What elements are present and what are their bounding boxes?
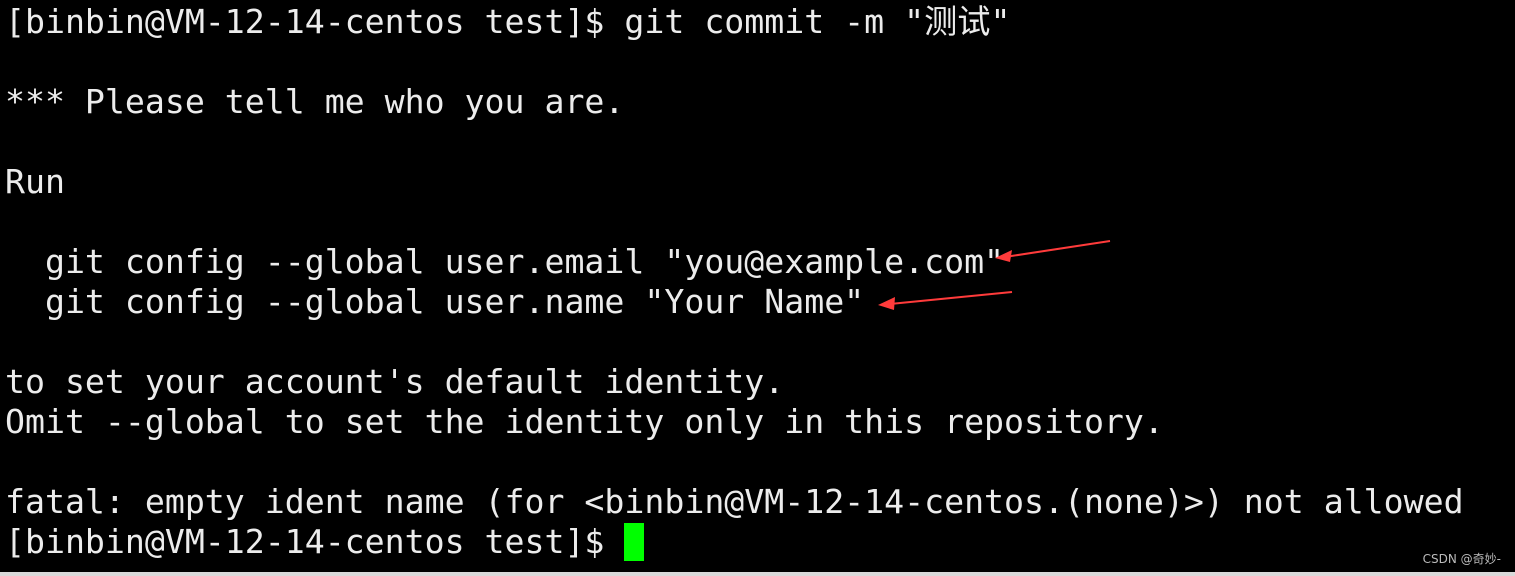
text-cursor (624, 523, 645, 561)
terminal-line: git config --global user.name "Your Name… (5, 282, 865, 321)
terminal-line: fatal: empty ident name (for <binbin@VM-… (5, 482, 1464, 521)
terminal-output[interactable]: [binbin@VM-12-14-centos test]$ git commi… (5, 2, 1515, 570)
bottom-border (0, 572, 1515, 576)
terminal-line: [binbin@VM-12-14-centos test]$ git commi… (5, 2, 1011, 41)
terminal-line: to set your account's default identity. (5, 362, 785, 401)
watermark: CSDN @奇妙- (1422, 552, 1501, 566)
terminal-line: git config --global user.email "you@exam… (5, 242, 1005, 281)
terminal-line: *** Please tell me who you are. (5, 82, 625, 121)
shell-prompt: [binbin@VM-12-14-centos test]$ (5, 522, 625, 561)
prompt-line[interactable]: [binbin@VM-12-14-centos test]$ (5, 522, 1515, 562)
terminal-line: Run (5, 162, 65, 201)
terminal-line: Omit --global to set the identity only i… (5, 402, 1164, 441)
